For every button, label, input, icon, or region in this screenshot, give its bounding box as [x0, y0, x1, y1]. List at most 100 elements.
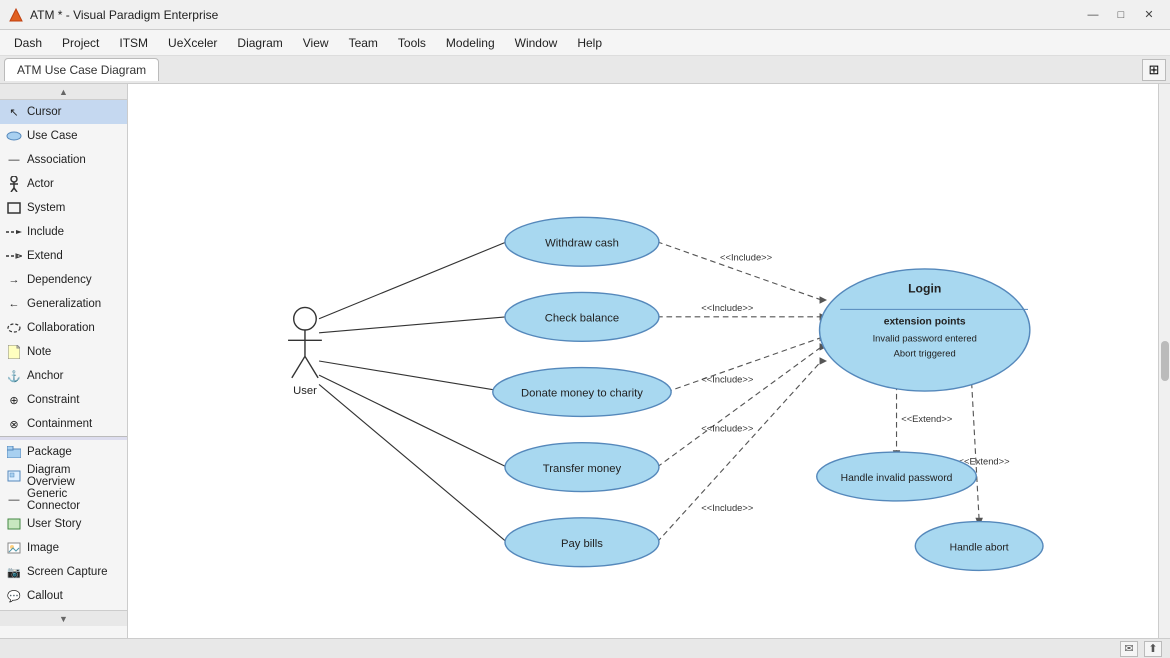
sidebar-item-label: Generalization — [27, 298, 101, 310]
assoc-line-4 — [319, 375, 507, 467]
menu-uexceler[interactable]: UeXceler — [158, 33, 227, 53]
callout-icon: 💬 — [6, 588, 22, 604]
sidebar-item-label: Image — [27, 542, 59, 554]
close-button[interactable]: ✕ — [1136, 5, 1162, 25]
sidebar-item-generalization[interactable]: ← Generalization — [0, 292, 127, 316]
sidebar-item-anchor[interactable]: ⚓ Anchor — [0, 364, 127, 388]
main-layout: ▲ ↖ Cursor Use Case — Association Actor … — [0, 84, 1170, 638]
sidebar-item-association[interactable]: — Association — [0, 148, 127, 172]
include-line-4 — [657, 347, 821, 467]
tab-layout-icon[interactable]: ⊞ — [1142, 59, 1166, 81]
sidebar-item-label: Use Case — [27, 130, 78, 142]
extend-line-2 — [972, 383, 980, 521]
assoc-line-5 — [319, 384, 507, 542]
sidebar-item-system[interactable]: System — [0, 196, 127, 220]
menu-project[interactable]: Project — [52, 33, 109, 53]
generalization-icon: ← — [6, 296, 22, 312]
sidebar-item-actor[interactable]: Actor — [0, 172, 127, 196]
sidebar-item-callout[interactable]: 💬 Callout — [0, 584, 127, 608]
menu-view[interactable]: View — [293, 33, 339, 53]
collaboration-icon — [6, 320, 22, 336]
menu-bar: Dash Project ITSM UeXceler Diagram View … — [0, 30, 1170, 56]
sidebar-item-diagram-overview[interactable]: Diagram Overview — [0, 464, 127, 488]
sidebar-item-label: Association — [27, 154, 86, 166]
sidebar-item-constraint[interactable]: ⊕ Constraint — [0, 388, 127, 412]
sidebar-item-label: Screen Capture — [27, 566, 108, 578]
scroll-up-button[interactable]: ▲ — [0, 84, 127, 100]
dependency-icon: → — [6, 272, 22, 288]
sidebar-item-collaboration[interactable]: Collaboration — [0, 316, 127, 340]
usecase-donate-label: Donate money to charity — [521, 388, 643, 400]
tab-label: ATM Use Case Diagram — [17, 63, 146, 77]
sidebar-item-label: Note — [27, 346, 51, 358]
usecase-handle-invalid-label: Handle invalid password — [841, 473, 953, 484]
left-panel: ▲ ↖ Cursor Use Case — Association Actor … — [0, 84, 128, 638]
menu-itsm[interactable]: ITSM — [109, 33, 158, 53]
login-ext-points: extension points — [884, 316, 966, 327]
menu-tools[interactable]: Tools — [388, 33, 436, 53]
maximize-button[interactable]: □ — [1108, 5, 1134, 25]
sidebar-item-include[interactable]: Include — [0, 220, 127, 244]
sidebar-item-label: Diagram Overview — [27, 464, 121, 488]
sidebar-item-label: Package — [27, 446, 72, 458]
sidebar-item-label: Actor — [27, 178, 54, 190]
note-icon — [6, 344, 22, 360]
diagram-canvas[interactable]: User — [128, 84, 1158, 638]
usecase-check-balance-label: Check balance — [545, 313, 619, 325]
anchor-icon: ⚓ — [6, 368, 22, 384]
menu-help[interactable]: Help — [567, 33, 612, 53]
sidebar-item-dependency[interactable]: → Dependency — [0, 268, 127, 292]
include-line-1 — [657, 242, 821, 300]
diagram-overview-icon — [6, 468, 22, 484]
menu-dash[interactable]: Dash — [4, 33, 52, 53]
sidebar-item-usecase[interactable]: Use Case — [0, 124, 127, 148]
include-label-3: <<Include>> — [701, 375, 754, 385]
sidebar-item-package[interactable]: Package — [0, 440, 127, 464]
mail-icon[interactable]: ✉ — [1120, 641, 1138, 657]
sidebar-item-label: Collaboration — [27, 322, 95, 334]
sidebar-item-note[interactable]: Note — [0, 340, 127, 364]
sidebar-item-screen-capture[interactable]: 📷 Screen Capture — [0, 560, 127, 584]
menu-team[interactable]: Team — [339, 33, 388, 53]
sidebar-item-label: Dependency — [27, 274, 92, 286]
sidebar-item-label: Containment — [27, 418, 92, 430]
actor-user[interactable]: User — [288, 307, 322, 396]
diagram-tab[interactable]: ATM Use Case Diagram — [4, 58, 159, 81]
include-label-4: <<Include>> — [701, 423, 754, 433]
sidebar-item-generic-connector[interactable]: — Generic Connector — [0, 488, 127, 512]
scrollbar-thumb[interactable] — [1161, 341, 1169, 381]
sidebar-item-image[interactable]: Image — [0, 536, 127, 560]
actor-icon — [6, 176, 22, 192]
sidebar-item-containment[interactable]: ⊗ Containment — [0, 412, 127, 436]
minimize-button[interactable]: — — [1080, 5, 1106, 25]
assoc-line-2 — [319, 317, 507, 333]
usecase-transfer-label: Transfer money — [543, 463, 622, 475]
scroll-down-button[interactable]: ▼ — [0, 610, 127, 626]
sidebar-item-label: Constraint — [27, 394, 79, 406]
menu-modeling[interactable]: Modeling — [436, 33, 505, 53]
sidebar-item-label: Include — [27, 226, 64, 238]
sidebar-item-label: System — [27, 202, 65, 214]
association-icon: — — [6, 152, 22, 168]
sidebar-item-cursor[interactable]: ↖ Cursor — [0, 100, 127, 124]
sidebar-item-user-story[interactable]: User Story — [0, 512, 127, 536]
menu-diagram[interactable]: Diagram — [227, 33, 292, 53]
title-bar: ATM * - Visual Paradigm Enterprise — □ ✕ — [0, 0, 1170, 30]
sidebar-item-label: Generic Connector — [27, 488, 121, 512]
image-icon — [6, 540, 22, 556]
window-title: ATM * - Visual Paradigm Enterprise — [30, 8, 1080, 22]
include-label-5: <<Include>> — [701, 503, 754, 513]
include-label-1: <<Include>> — [720, 253, 773, 263]
sidebar-item-label: Anchor — [27, 370, 63, 382]
usecase-withdraw-label: Withdraw cash — [545, 237, 619, 249]
include-icon — [6, 224, 22, 240]
usecase-handle-abort-label: Handle abort — [950, 543, 1009, 554]
sidebar-item-extend[interactable]: Extend — [0, 244, 127, 268]
package-icon — [6, 444, 22, 460]
include-line-5 — [657, 361, 821, 542]
right-scrollbar[interactable] — [1158, 84, 1170, 638]
window-controls: — □ ✕ — [1080, 5, 1162, 25]
export-icon[interactable]: ⬆ — [1144, 641, 1162, 657]
menu-window[interactable]: Window — [505, 33, 568, 53]
app-icon — [8, 7, 24, 23]
